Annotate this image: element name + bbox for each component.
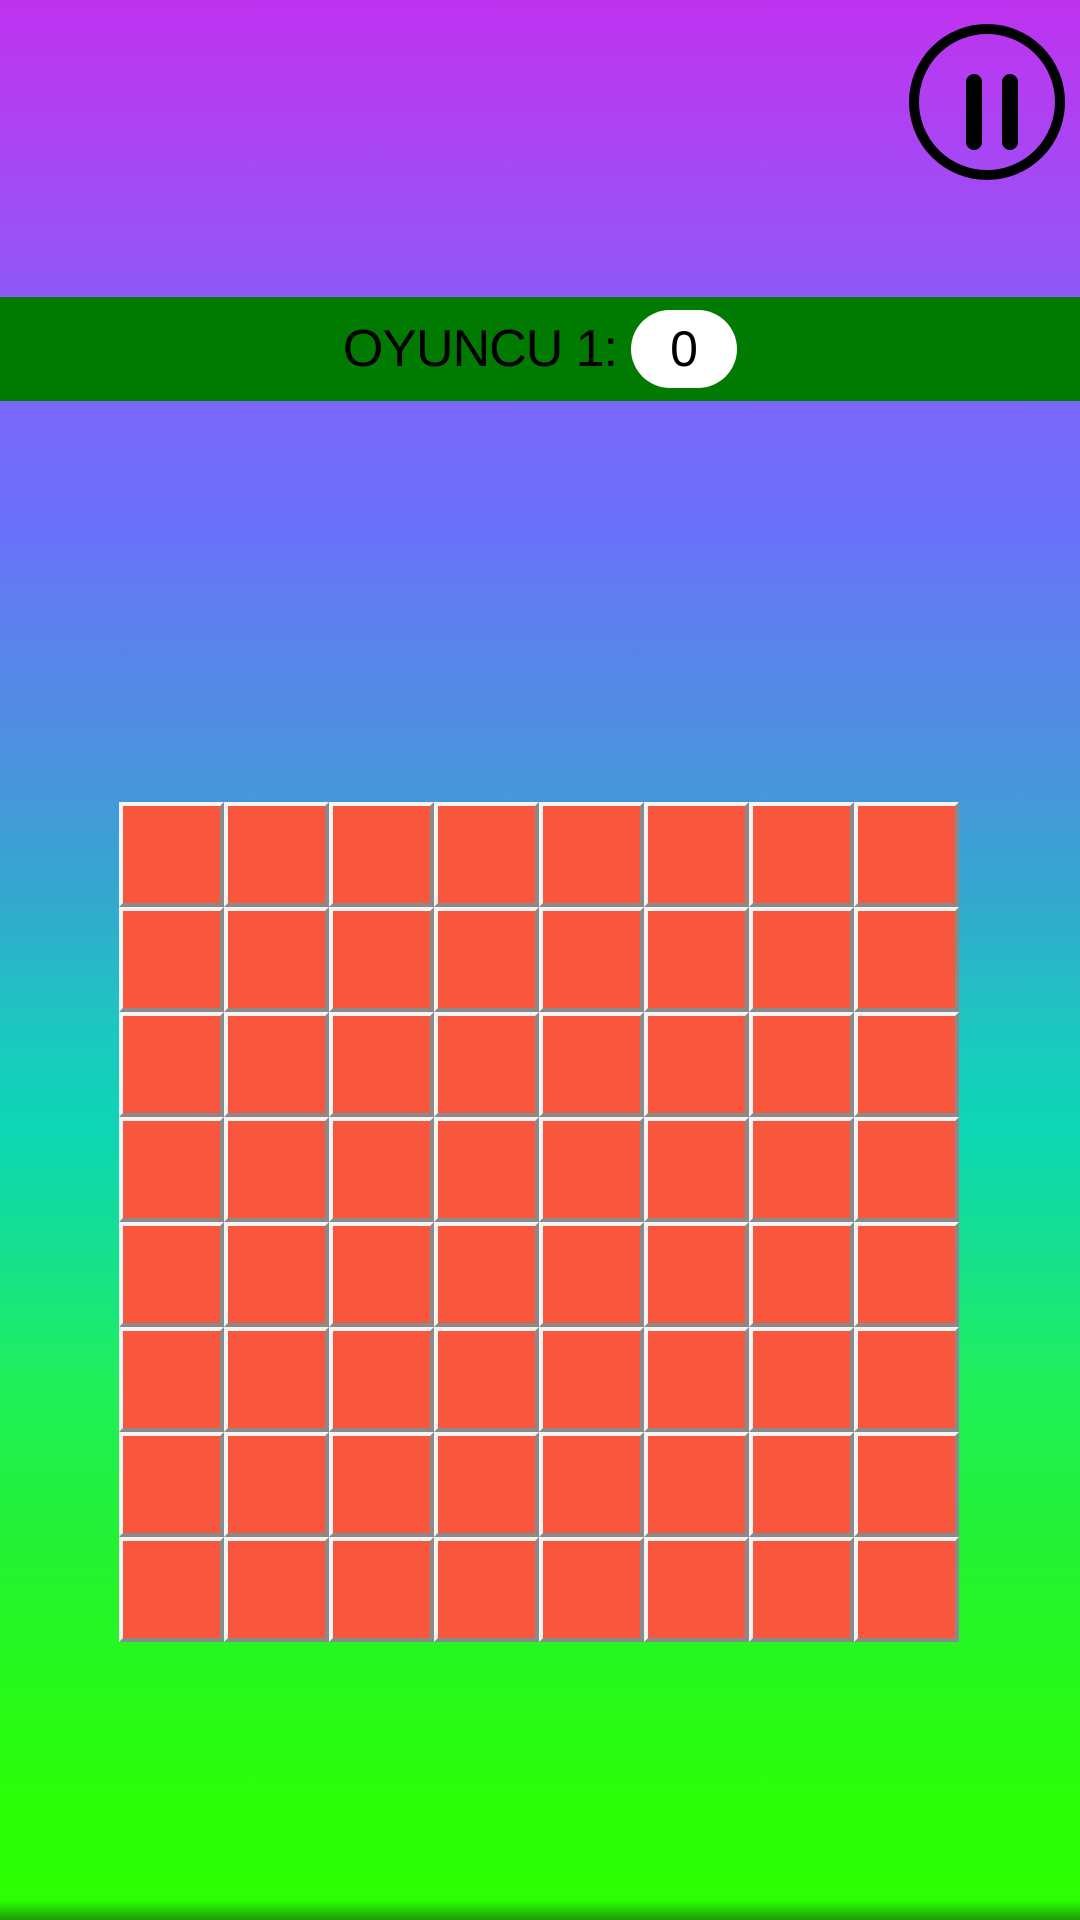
board-tile[interactable] [854, 907, 959, 1012]
board-tile[interactable] [644, 1222, 749, 1327]
board-tile[interactable] [224, 907, 329, 1012]
board-tile[interactable] [119, 1117, 224, 1222]
board-tile[interactable] [539, 1222, 644, 1327]
pause-button[interactable] [909, 24, 1065, 180]
board-tile[interactable] [539, 907, 644, 1012]
board-tile[interactable] [539, 802, 644, 907]
board-tile[interactable] [539, 1117, 644, 1222]
board-tile[interactable] [329, 907, 434, 1012]
board-tile[interactable] [749, 907, 854, 1012]
board-tile[interactable] [119, 1327, 224, 1432]
board-tile[interactable] [119, 1537, 224, 1642]
board-tile[interactable] [644, 1117, 749, 1222]
board-tile[interactable] [224, 802, 329, 907]
board-tile[interactable] [434, 1327, 539, 1432]
board-tile[interactable] [434, 1432, 539, 1537]
game-board [119, 802, 959, 1642]
board-tile[interactable] [854, 1537, 959, 1642]
board-tile[interactable] [854, 1012, 959, 1117]
board-tile[interactable] [749, 1432, 854, 1537]
board-tile[interactable] [329, 1117, 434, 1222]
board-tile[interactable] [434, 1012, 539, 1117]
board-tile[interactable] [329, 1012, 434, 1117]
board-tile[interactable] [749, 1327, 854, 1432]
board-tile[interactable] [329, 1222, 434, 1327]
board-tile[interactable] [434, 1117, 539, 1222]
board-tile[interactable] [539, 1432, 644, 1537]
board-tile[interactable] [749, 802, 854, 907]
board-tile[interactable] [434, 907, 539, 1012]
board-tile[interactable] [329, 802, 434, 907]
player-score-label: OYUNCU 1: [342, 320, 618, 378]
board-tile[interactable] [539, 1012, 644, 1117]
board-tile[interactable] [434, 1537, 539, 1642]
board-tile[interactable] [854, 802, 959, 907]
board-tile[interactable] [854, 1117, 959, 1222]
board-tile[interactable] [119, 1432, 224, 1537]
board-tile[interactable] [539, 1537, 644, 1642]
board-tile[interactable] [539, 1327, 644, 1432]
board-tile[interactable] [119, 1012, 224, 1117]
board-tile[interactable] [749, 1222, 854, 1327]
board-tile[interactable] [749, 1537, 854, 1642]
board-tile[interactable] [329, 1327, 434, 1432]
pause-icon-bar-left [966, 74, 982, 150]
board-tile[interactable] [854, 1432, 959, 1537]
board-tile[interactable] [749, 1012, 854, 1117]
board-tile[interactable] [644, 1537, 749, 1642]
board-tile[interactable] [224, 1012, 329, 1117]
board-tile[interactable] [644, 1012, 749, 1117]
board-tile[interactable] [224, 1222, 329, 1327]
board-tile[interactable] [329, 1432, 434, 1537]
board-tile[interactable] [644, 802, 749, 907]
board-tile[interactable] [644, 907, 749, 1012]
pause-icon-bar-right [1002, 74, 1018, 150]
player-score-value: 0 [631, 310, 738, 388]
board-tile[interactable] [644, 1432, 749, 1537]
board-tile[interactable] [119, 802, 224, 907]
board-tile[interactable] [434, 1222, 539, 1327]
board-tile[interactable] [329, 1537, 434, 1642]
board-tile[interactable] [644, 1327, 749, 1432]
board-tile[interactable] [434, 802, 539, 907]
board-tile[interactable] [749, 1117, 854, 1222]
board-tile[interactable] [119, 1222, 224, 1327]
board-tile[interactable] [224, 1327, 329, 1432]
board-tile[interactable] [854, 1222, 959, 1327]
board-tile[interactable] [854, 1327, 959, 1432]
board-tile[interactable] [119, 907, 224, 1012]
board-tile[interactable] [224, 1537, 329, 1642]
score-banner: OYUNCU 1: 0 [0, 297, 1080, 401]
board-tile[interactable] [224, 1117, 329, 1222]
board-tile[interactable] [224, 1432, 329, 1537]
